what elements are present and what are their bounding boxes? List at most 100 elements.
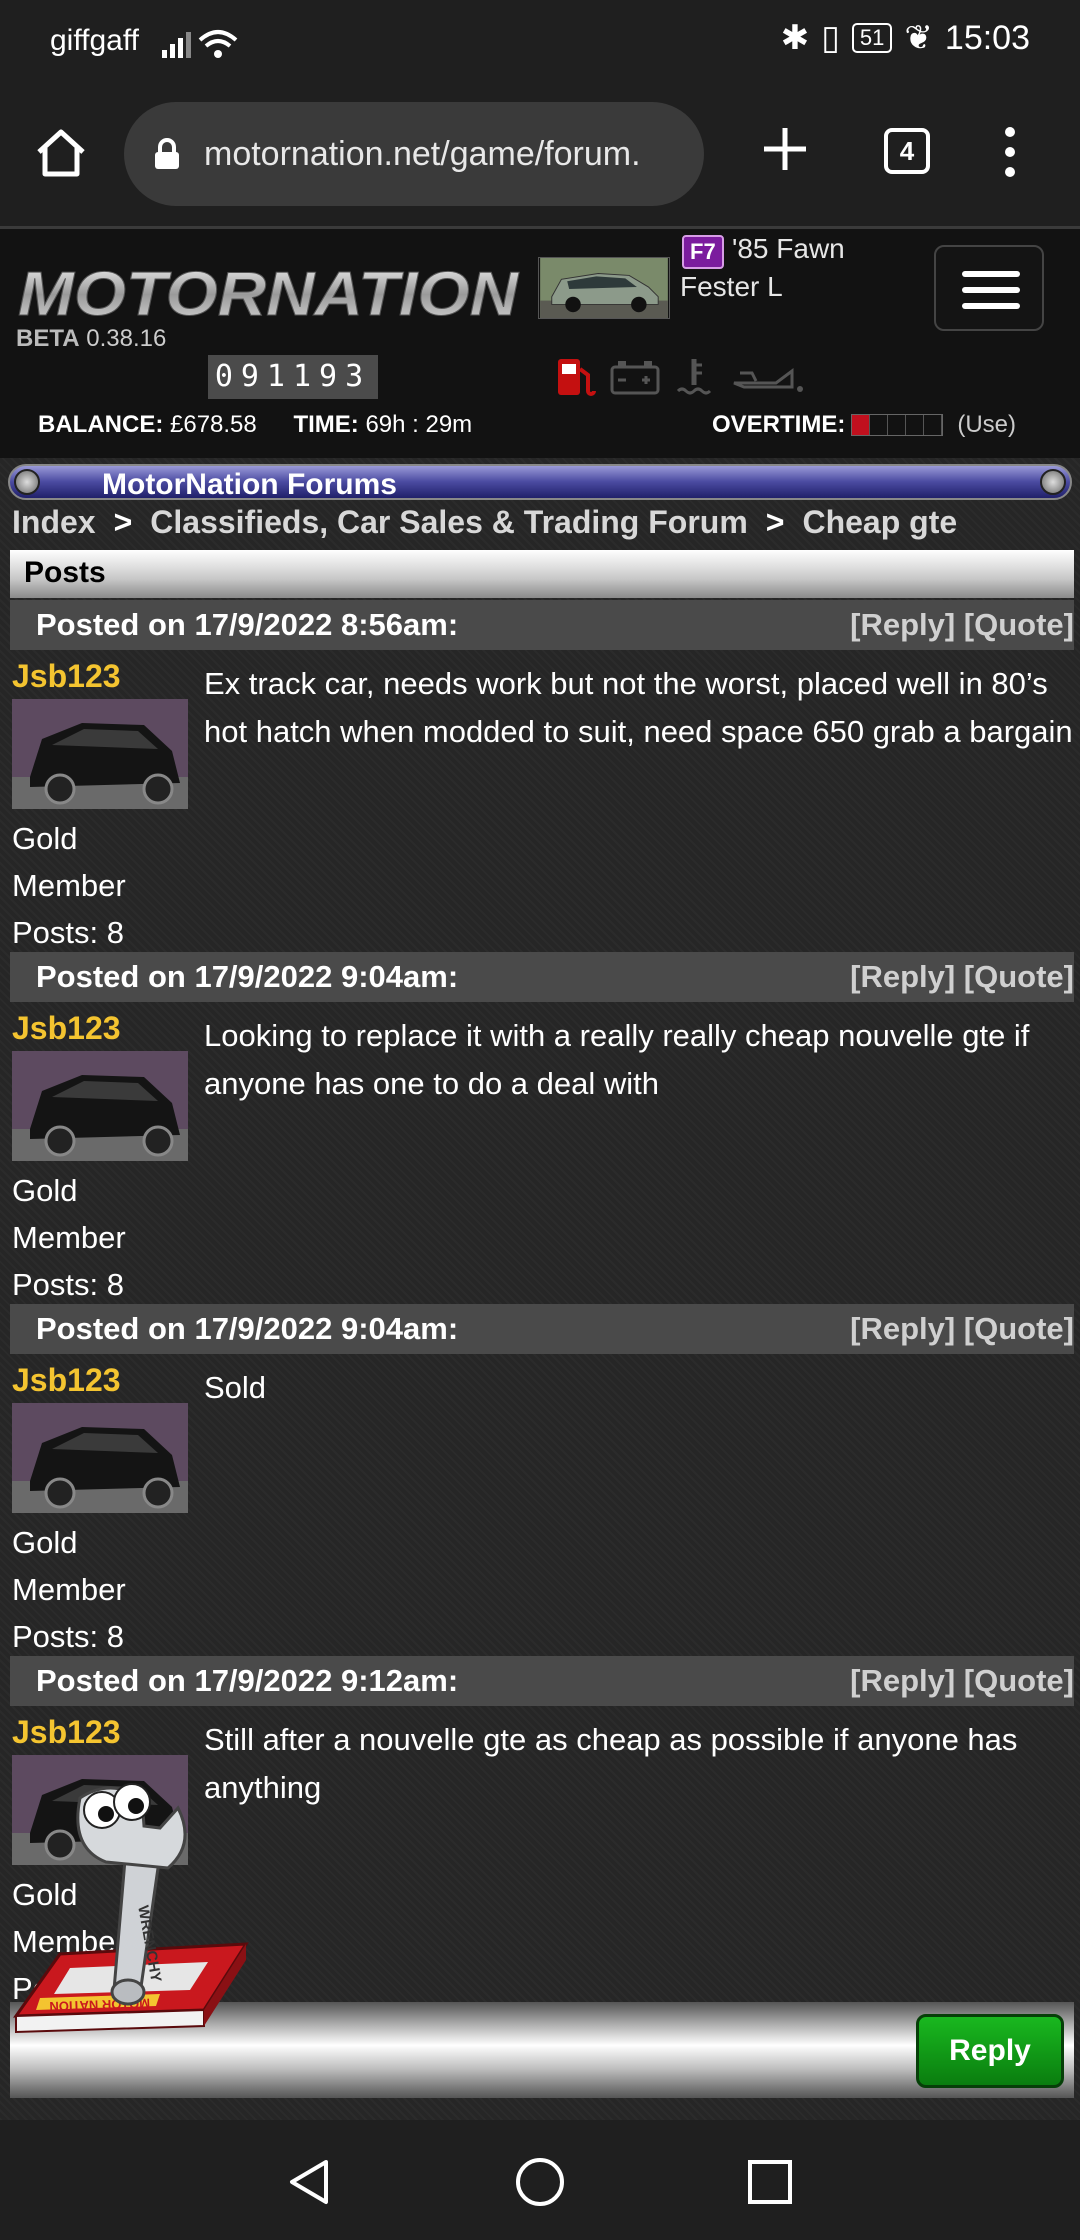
post-author: Jsb123 Gold Member Posts: 8: [12, 1362, 192, 1660]
lock-icon: [155, 138, 179, 169]
author-avatar[interactable]: [12, 699, 188, 809]
rank-line: Gold: [12, 1525, 78, 1560]
tab-switcher-button[interactable]: 4: [884, 128, 930, 174]
address-bar[interactable]: motornation.net/game/forum.: [124, 102, 704, 206]
author-username[interactable]: Jsb123: [12, 1714, 192, 1751]
post-author: Jsb123 Gold Member Posts: 8: [12, 658, 192, 956]
rank-line: Member: [12, 1572, 126, 1607]
breadcrumb-thread[interactable]: Cheap gte: [802, 504, 957, 540]
breadcrumb-index[interactable]: Index: [12, 504, 96, 540]
status-right: ✱ ▯ 51 ❦ 15:03: [781, 18, 1030, 58]
balance-time: BALANCE: £678.58 TIME: 69h : 29m: [38, 411, 472, 439]
clock: 15:03: [944, 18, 1030, 57]
rank-line: Gold: [12, 821, 78, 856]
reply-quote-links[interactable]: [Reply] [Quote]: [850, 1311, 1074, 1347]
post-header: Posted on 17/9/2022 9:04am: [Reply] [Quo…: [10, 952, 1074, 1002]
overtime-segment: [906, 415, 925, 435]
title-bar-knob-icon: [14, 469, 40, 495]
balance-label: BALANCE:: [38, 411, 164, 438]
overtime-bar: [851, 414, 944, 436]
reply-button[interactable]: Reply: [916, 2014, 1064, 2088]
car-status-gauges: [558, 359, 803, 396]
rank-line: Member: [12, 1220, 126, 1255]
author-rank: Gold Member Posts: 8: [12, 1519, 192, 1660]
menu-line-icon: [962, 271, 1020, 277]
leaf-icon: ❦: [904, 19, 933, 57]
overtime-segment: [888, 415, 907, 435]
balance-value: £678.58: [170, 411, 257, 438]
odometer: 091193: [208, 355, 378, 399]
overtime-use-link[interactable]: (Use): [957, 411, 1016, 439]
hamburger-menu-button[interactable]: [934, 245, 1044, 331]
wrenchy-mascot[interactable]: MOTOR NATION WRENCHY: [10, 1758, 250, 2058]
author-post-count: Posts: 8: [12, 915, 124, 950]
version-info: BETA 0.38.16: [16, 325, 166, 353]
game-header: MOTORNATION BETA 0.38.16 091193 F7 '85 F…: [0, 226, 1080, 458]
post-text: Ex track car, needs work but not the wor…: [204, 666, 1073, 749]
car-name: '85 Fawn: [732, 233, 845, 264]
new-tab-icon[interactable]: [760, 124, 810, 174]
forum-post: Posted on 17/9/2022 9:04am: [Reply] [Quo…: [10, 952, 1074, 1302]
time-value: 69h : 29m: [365, 411, 473, 438]
reply-quote-links[interactable]: [Reply] [Quote]: [850, 607, 1074, 643]
overtime-label: OVERTIME:: [712, 411, 846, 438]
version-number: 0.38.16: [86, 325, 167, 352]
overtime-meter: OVERTIME: (Use): [712, 411, 1016, 439]
post-body: Jsb123 Gold Member Posts: 8 Sold: [10, 1354, 1074, 1654]
more-options-icon[interactable]: [998, 124, 1022, 180]
url-text: motornation.net/game/forum.: [204, 134, 641, 173]
breadcrumb-separator: >: [765, 504, 785, 540]
status-bar: giffgaff ✱ ▯ 51 ❦ 15:03: [0, 0, 1080, 84]
overtime-segment: [870, 415, 889, 435]
post-text: Looking to replace it with a really real…: [204, 1018, 1030, 1101]
overtime-segment: [924, 415, 943, 435]
oil-pressure-icon: [733, 368, 803, 392]
car-thumbnail[interactable]: [538, 257, 670, 319]
author-username[interactable]: Jsb123: [12, 1362, 192, 1399]
post-date: Posted on 17/9/2022 9:12am:: [36, 1663, 459, 1698]
recents-icon[interactable]: [744, 2156, 796, 2208]
author-avatar[interactable]: [12, 1403, 188, 1513]
car-owner: Fester L: [680, 271, 783, 302]
home-nav-icon[interactable]: [514, 2156, 566, 2208]
rank-line: Gold: [12, 1173, 78, 1208]
signal-wifi-icon: [162, 30, 238, 58]
post-date: Posted on 17/9/2022 9:04am:: [36, 1311, 459, 1346]
post-date: Posted on 17/9/2022 8:56am:: [36, 607, 459, 642]
browser-toolbar: motornation.net/game/forum. 4: [0, 84, 1080, 226]
post-author: Jsb123 Gold Member Posts: 8: [12, 1010, 192, 1308]
forum-post: Posted on 17/9/2022 8:56am: [Reply] [Quo…: [10, 600, 1074, 950]
breadcrumb-forum[interactable]: Classifieds, Car Sales & Trading Forum: [150, 504, 748, 540]
home-icon[interactable]: [34, 126, 88, 180]
post-text: Sold: [204, 1370, 267, 1405]
battery-indicator: 51: [851, 23, 893, 53]
carrier-name: giffgaff: [50, 24, 139, 57]
title-bar-knob-icon: [1040, 469, 1066, 495]
reply-quote-links[interactable]: [Reply] [Quote]: [850, 1663, 1074, 1699]
forum-title: MotorNation Forums: [102, 468, 397, 501]
forum-post: Posted on 17/9/2022 9:04am: [Reply] [Quo…: [10, 1304, 1074, 1654]
breadcrumb: Index > Classifieds, Car Sales & Trading F…: [12, 504, 957, 541]
back-icon[interactable]: [284, 2156, 336, 2208]
post-text: Still after a nouvelle gte as cheap as p…: [204, 1722, 1018, 1805]
reply-quote-links[interactable]: [Reply] [Quote]: [850, 959, 1074, 995]
fuel-icon: [558, 359, 596, 396]
beta-label: BETA: [16, 325, 80, 352]
car-class-badge: F7: [682, 235, 724, 269]
author-post-count: Posts: 8: [12, 1267, 124, 1302]
coolant-temp-icon: [676, 359, 712, 395]
motornation-logo[interactable]: MOTORNATION: [14, 259, 522, 330]
author-avatar[interactable]: [12, 1051, 188, 1161]
forum-content: MotorNation Forums Index > Classifieds, Ca…: [0, 458, 1080, 2120]
battery-warning-icon: [610, 361, 660, 395]
overtime-segment: [852, 415, 871, 435]
author-username[interactable]: Jsb123: [12, 1010, 192, 1047]
author-rank: Gold Member Posts: 8: [12, 815, 192, 956]
author-rank: Gold Member Posts: 8: [12, 1167, 192, 1308]
time-label: TIME:: [293, 411, 359, 438]
rank-line: Member: [12, 868, 126, 903]
bluetooth-icon: ✱: [780, 19, 810, 57]
post-date: Posted on 17/9/2022 9:04am:: [36, 959, 459, 994]
menu-line-icon: [962, 303, 1020, 309]
author-username[interactable]: Jsb123: [12, 658, 192, 695]
